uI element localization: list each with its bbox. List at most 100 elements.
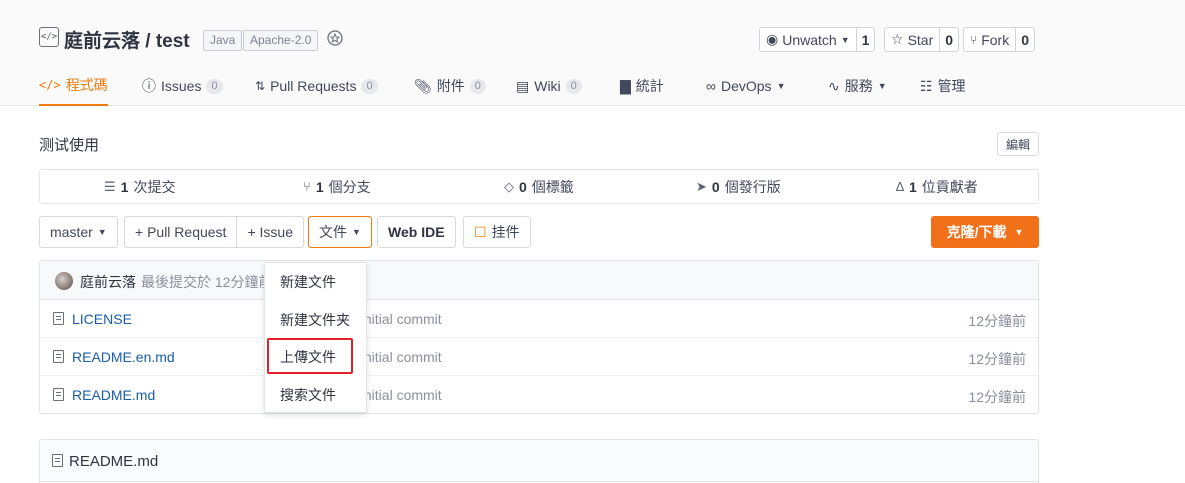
file-commit-time: 12分鐘前	[968, 389, 1026, 405]
pin-widget-button[interactable]: ☐ 挂件	[463, 216, 531, 248]
tab-label: 統計	[635, 78, 664, 94]
star-count[interactable]: 0	[940, 28, 958, 51]
tab-count: 0	[565, 78, 582, 94]
stat-contributors[interactable]: ∆ 1 位貢獻者	[896, 170, 978, 203]
tab-label: Issues	[161, 78, 202, 94]
menu-item-new-folder[interactable]: 新建文件夹	[265, 301, 366, 339]
tab-label: 程式碼	[65, 77, 108, 93]
attachment-icon: 📎︎	[414, 77, 432, 94]
code-icon: </>	[39, 78, 61, 92]
new-issue-button[interactable]: + Issue	[237, 217, 303, 247]
repo-title[interactable]: 庭前云落 / test	[64, 26, 190, 53]
menu-item-new-file[interactable]: 新建文件	[265, 263, 366, 301]
branch-select[interactable]: master ▼	[39, 216, 118, 248]
chevron-down-icon: ▼	[840, 34, 850, 45]
avatar[interactable]	[55, 272, 73, 290]
file-commit-time: 12分鐘前	[968, 351, 1026, 367]
tab-devops[interactable]: ∞ DevOps ▼	[706, 66, 785, 106]
file-icon	[53, 312, 64, 325]
stat-tags[interactable]: ◇ 0 個標籤	[504, 170, 574, 203]
readme-header: README.md	[40, 440, 1038, 482]
clone-label: 克隆/下載	[946, 224, 1007, 240]
watch-count[interactable]: 1	[857, 28, 875, 51]
license-badge[interactable]: Apache-2.0	[243, 30, 319, 51]
wiki-icon: ▤	[516, 77, 530, 94]
stat-label: 個分支	[328, 178, 371, 195]
fork-button[interactable]: ⑂ Fork	[964, 28, 1017, 51]
commit-icon: ☰	[104, 178, 116, 194]
web-ide-button[interactable]: Web IDE	[377, 216, 456, 248]
branch-label: master	[50, 224, 93, 240]
file-icon	[53, 350, 64, 363]
stat-count: 1	[120, 178, 129, 195]
bookmark-icon: ☐	[474, 223, 487, 240]
tab-issues[interactable]: ⓘ Issues 0	[142, 66, 223, 106]
stat-label: 位貢獻者	[921, 178, 978, 195]
edit-description-button[interactable]: 編輯	[997, 132, 1039, 156]
create-button-group: + Pull Request + Issue	[124, 216, 304, 248]
fork-label: Fork	[981, 31, 1010, 48]
file-row: README.md Initial commit 12分鐘前	[40, 376, 1038, 414]
stat-branches[interactable]: ⑂ 1 個分支	[303, 170, 371, 203]
tab-wiki[interactable]: ▤ Wiki 0	[516, 66, 582, 106]
devops-icon: ∞	[706, 78, 716, 94]
stat-count: 1	[315, 178, 324, 195]
menu-item-search-file[interactable]: 搜索文件	[265, 376, 366, 414]
upload-highlight-box	[267, 338, 353, 374]
issue-icon: ⓘ	[142, 78, 156, 94]
eye-icon: ◉	[766, 31, 779, 47]
pin-label: 挂件	[491, 224, 520, 240]
watch-button-group: ◉ Unwatch ▼ 1	[759, 27, 876, 52]
file-icon	[53, 388, 64, 401]
new-pull-request-button[interactable]: + Pull Request	[125, 217, 238, 247]
stat-releases[interactable]: ➤ 0 個發行版	[696, 170, 781, 203]
file-list: 庭前云落 最後提交於 12分鐘前 LICENSE Initial commit …	[39, 260, 1039, 414]
tab-label: 服務	[844, 78, 873, 94]
clone-download-button[interactable]: 克隆/下載 ▼	[931, 216, 1039, 248]
tab-label: Pull Requests	[270, 78, 357, 94]
commit-author[interactable]: 庭前云落	[80, 272, 136, 292]
stat-label: 個發行版	[724, 178, 781, 195]
pull-request-icon: ⇅	[255, 79, 266, 93]
tab-manage[interactable]: ☷ 管理	[920, 66, 966, 106]
language-badge[interactable]: Java	[203, 30, 243, 51]
stat-count: 1	[908, 178, 917, 195]
tab-count: 0	[206, 78, 223, 94]
contributors-icon: ∆	[896, 179, 904, 194]
file-row: README.en.md Initial commit 12分鐘前	[40, 338, 1038, 376]
fork-icon: ⑂	[970, 32, 978, 47]
tab-label: DevOps	[720, 78, 772, 94]
release-icon: ➤	[696, 178, 707, 194]
stat-commits[interactable]: ☰ 1 次提交	[104, 170, 175, 203]
chevron-down-icon: ▼	[877, 81, 887, 91]
chevron-down-icon: ▼	[97, 227, 107, 237]
fork-count[interactable]: 0	[1016, 28, 1034, 51]
chart-icon: ▇	[620, 77, 631, 94]
file-menu-button[interactable]: 文件 ▼	[308, 216, 372, 248]
tab-statistics[interactable]: ▇ 統計	[620, 66, 664, 106]
tab-attachments[interactable]: 📎︎ 附件 0	[414, 66, 486, 106]
tab-code[interactable]: </> 程式碼	[39, 66, 108, 106]
file-row: LICENSE Initial commit 12分鐘前	[40, 300, 1038, 338]
file-icon	[52, 454, 63, 467]
chevron-down-icon: ▼	[1014, 227, 1024, 237]
file-name-link[interactable]: LICENSE	[72, 311, 132, 327]
watch-button[interactable]: ◉ Unwatch ▼	[760, 28, 857, 51]
star-label: Star	[907, 31, 934, 48]
award-icon[interactable]	[325, 29, 345, 49]
tab-count: 0	[361, 78, 378, 94]
pulse-icon: ∿	[828, 77, 840, 94]
tab-label: Wiki	[534, 78, 561, 94]
tab-label: 附件	[436, 78, 465, 94]
file-name-link[interactable]: README.en.md	[72, 349, 175, 365]
tab-pull-requests[interactable]: ⇅ Pull Requests 0	[255, 66, 378, 106]
tab-services[interactable]: ∿ 服務 ▼	[828, 66, 887, 106]
file-commit-message[interactable]: Initial commit	[360, 349, 442, 365]
file-commit-message[interactable]: Initial commit	[360, 387, 442, 403]
stat-count: 0	[519, 178, 527, 195]
file-commit-message[interactable]: Initial commit	[360, 311, 442, 327]
file-name-link[interactable]: README.md	[72, 387, 155, 403]
star-button[interactable]: ☆ Star	[885, 28, 941, 51]
readme-panel: README.md	[39, 439, 1039, 483]
latest-commit-bar: 庭前云落 最後提交於 12分鐘前	[40, 261, 1038, 300]
